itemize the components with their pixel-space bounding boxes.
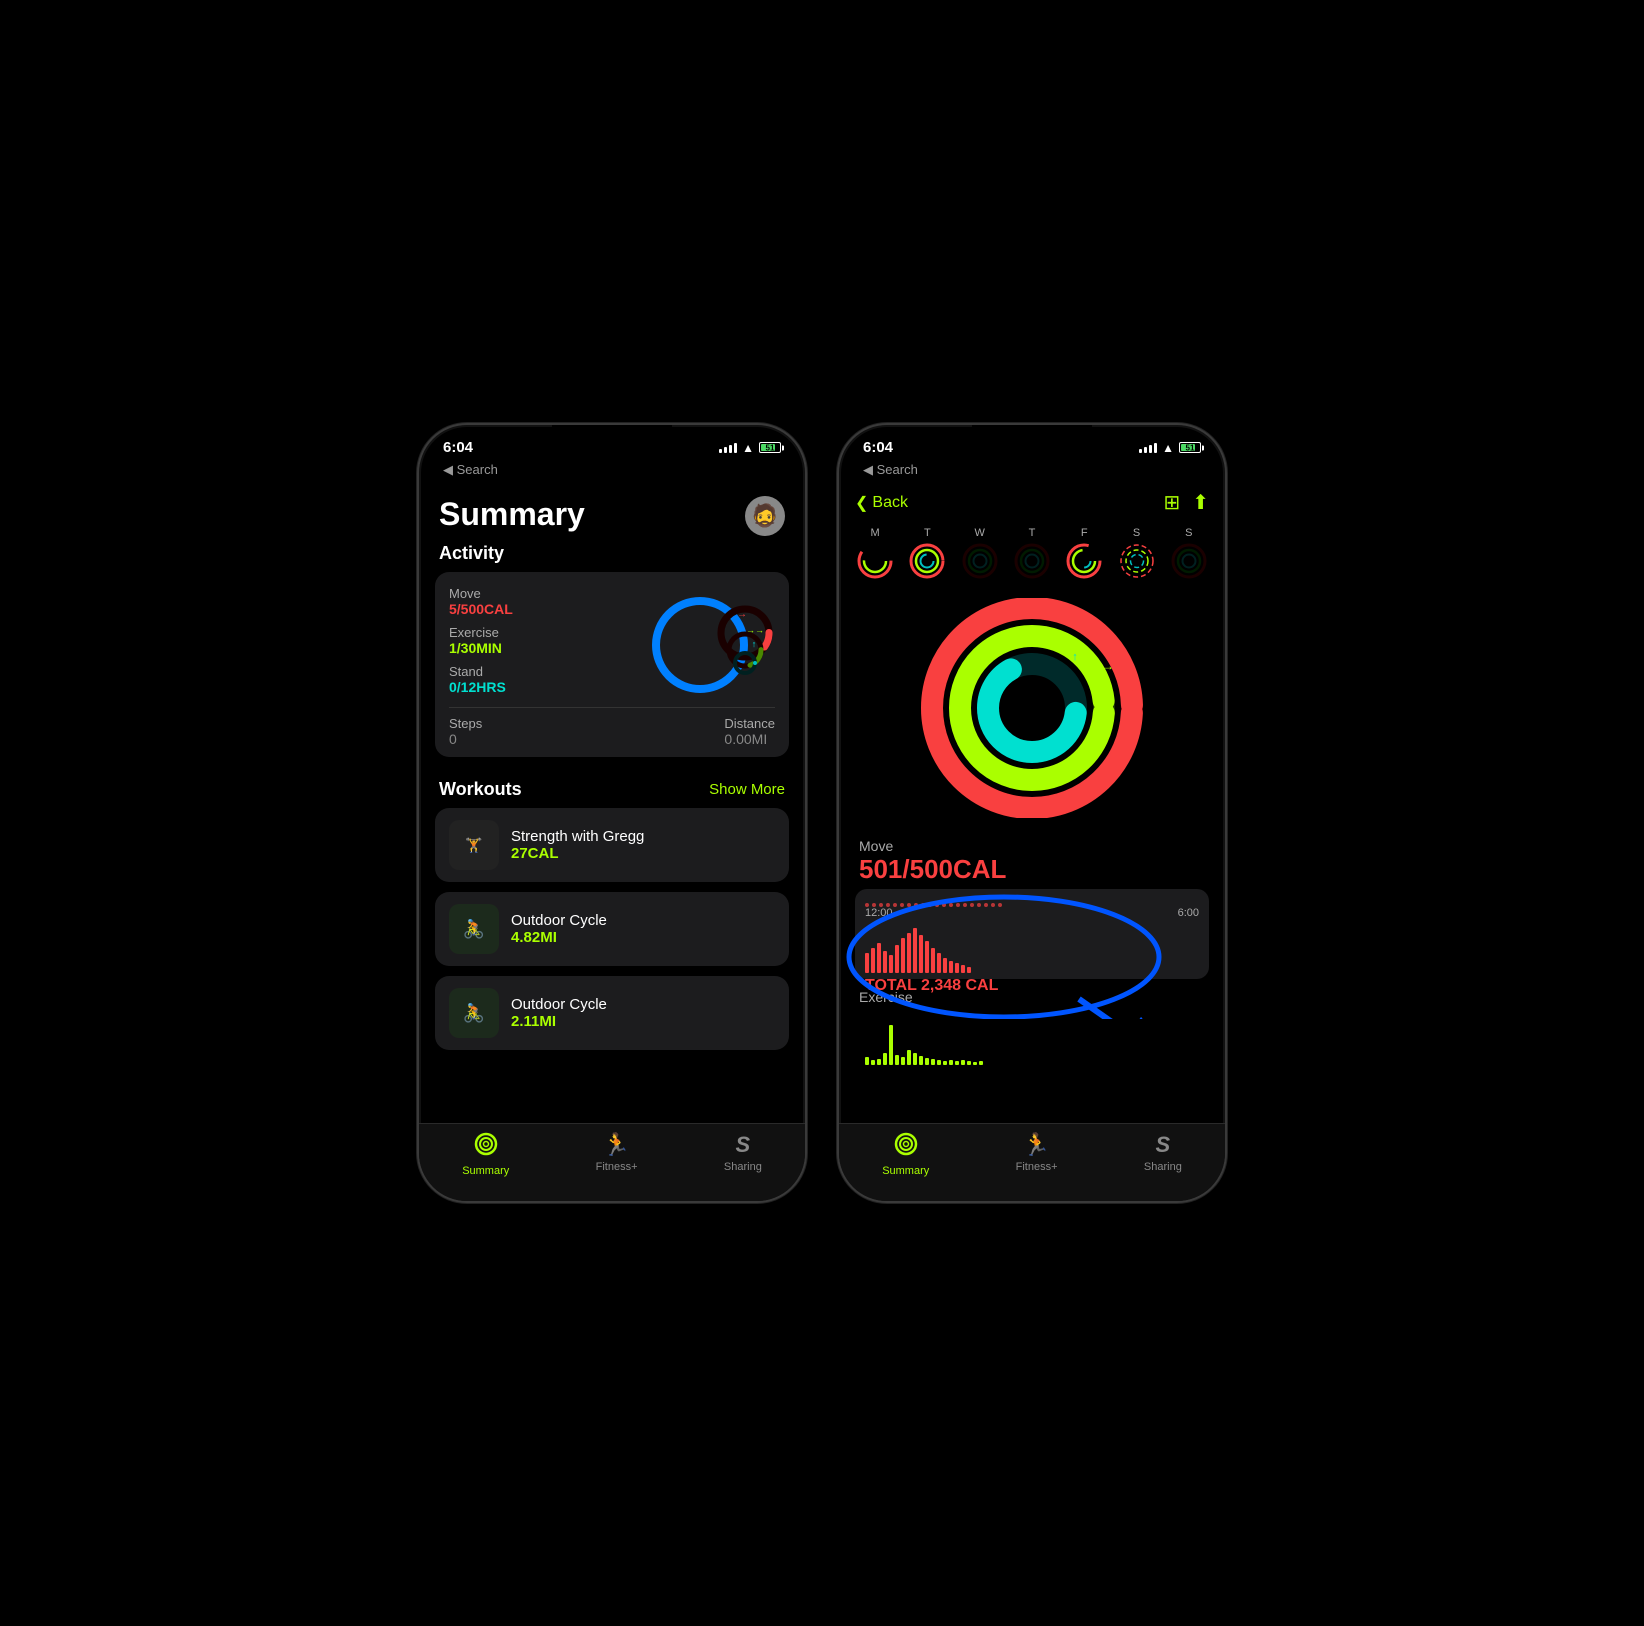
workouts-header: Workouts Show More [419,773,805,808]
battery-icon-2: 51 [1179,442,1201,453]
share-icon[interactable]: ⬆ [1192,490,1209,515]
summary-tab-icon [474,1132,498,1162]
workout-thumb-0: 🏋️ [449,820,499,870]
workout-info-2: Outdoor Cycle 2.11MI [511,996,607,1030]
status-bar-2: 6:04 ▲ 51 [839,425,1225,460]
svg-text:→→: →→ [746,625,764,635]
tab-fitness-label-1: Fitness+ [596,1161,638,1173]
tab-sharing-label-1: Sharing [724,1161,762,1173]
workout-item-0[interactable]: 🏋️ Strength with Gregg 27CAL [435,808,789,882]
wifi-icon: ▲ [742,441,754,455]
tab-fitness-label-2: Fitness+ [1016,1161,1058,1173]
move-value-2: 501/500CAL [859,854,1205,885]
workout-item-1[interactable]: 🚴 Outdoor Cycle 4.82MI [435,892,789,966]
tab-summary-2[interactable]: Summary [882,1132,929,1177]
week-nav: M T [839,523,1225,588]
wifi-icon-2: ▲ [1162,441,1174,455]
nav-back-1[interactable]: ◀ Search [419,460,805,486]
svg-text:🚴: 🚴 [463,918,485,939]
stats-row: Steps 0 Distance 0.00MI [449,707,775,747]
move-chart: 12:00 6:00 [855,889,1209,979]
day-tuesday[interactable]: T [908,527,946,580]
status-icons-1: ▲ 51 [719,441,781,455]
sharing-tab-icon: S [736,1132,751,1158]
svg-text:→: → [1123,681,1137,697]
day-saturday[interactable]: S [1118,527,1156,580]
summary-tab-icon-2 [894,1132,918,1162]
signal-icon [719,443,737,453]
avatar-1[interactable]: 🧔 [745,496,785,536]
total-cal-value: TOTAL 2,348 CAL [865,977,1199,995]
workout-thumb-2: 🚴 [449,988,499,1038]
status-icons-2: ▲ 51 [1139,441,1201,455]
phone-1: 6:04 ▲ 51 ◀ Search Sum [417,423,807,1203]
svg-text:🚴: 🚴 [463,1002,485,1023]
status-bar-1: 6:04 ▲ 51 [419,425,805,460]
phone1-content: Summary 🧔 Activity Move 5/500CAL [419,486,805,1152]
activity-card: Move 5/500CAL Exercise 1/30MIN Stand 0/1… [435,572,789,757]
phone-2: 6:04 ▲ 51 ◀ Search ❮ Back [837,423,1227,1203]
activity-rings-small: → →→ ↑ [645,595,775,695]
show-more-btn[interactable]: Show More [709,781,785,798]
nav-icons-2: ⊞ ⬆ [1163,490,1209,515]
distance-stat: Distance 0.00MI [724,716,775,747]
time-2: 6:04 [863,439,893,456]
fitness-tab-icon: 🏃 [603,1132,630,1158]
steps-stat: Steps 0 [449,716,482,747]
signal-icon-2 [1139,443,1157,453]
exercise-chart-bars [859,1005,1205,1065]
tab-sharing-2[interactable]: S Sharing [1144,1132,1182,1177]
day-wednesday[interactable]: W [961,527,999,580]
tab-sharing-label-2: Sharing [1144,1161,1182,1173]
tab-summary-1[interactable]: Summary [462,1132,509,1177]
tab-fitness-2[interactable]: 🏃 Fitness+ [1016,1132,1058,1177]
chart-area: 12:00 6:00 [839,889,1225,979]
tab-fitness-1[interactable]: 🏃 Fitness+ [596,1132,638,1177]
workout-info-0: Strength with Gregg 27CAL [511,828,644,862]
stand-row: Stand 0/12HRS [449,664,645,695]
battery-icon: 51 [759,442,781,453]
tab-summary-label-2: Summary [882,1165,929,1177]
tab-bar-1: Summary 🏃 Fitness+ S Sharing [419,1123,805,1201]
chevron-left-icon: ❮ [855,493,868,513]
fitness-tab-icon-2: 🏃 [1023,1132,1050,1158]
workout-info-1: Outdoor Cycle 4.82MI [511,912,607,946]
tab-summary-label-1: Summary [462,1165,509,1177]
day-friday[interactable]: F [1065,527,1103,580]
sharing-tab-icon-2: S [1156,1132,1171,1158]
chart-times: 12:00 6:00 [865,907,1199,919]
svg-text:→: → [737,609,747,620]
workout-thumb-1: 🚴 [449,904,499,954]
time-1: 6:04 [443,439,473,456]
big-rings: → →→ ↑ [839,588,1225,828]
move-section-2: Move 501/500CAL [839,828,1225,889]
move-row: Move 5/500CAL [449,586,645,617]
svg-text:↑: ↑ [752,639,757,649]
activity-left: Move 5/500CAL Exercise 1/30MIN Stand 0/1… [449,586,645,703]
chart-bars [865,923,1199,973]
exercise-row: Exercise 1/30MIN [449,625,645,656]
activity-section-title: Activity [419,537,805,572]
tab-sharing-1[interactable]: S Sharing [724,1132,762,1177]
workout-item-2[interactable]: 🚴 Outdoor Cycle 2.11MI [435,976,789,1050]
tab-bar-2: Summary 🏃 Fitness+ S Sharing [839,1123,1225,1201]
day-thursday[interactable]: T [1013,527,1051,580]
day-sunday[interactable]: S [1170,527,1208,580]
phones-container: 6:04 ▲ 51 ◀ Search Sum [417,423,1227,1203]
svg-text:↑: ↑ [1072,651,1078,663]
day-monday[interactable]: M [856,527,894,580]
calendar-icon[interactable]: ⊞ [1163,490,1180,515]
svg-text:→→: →→ [1090,659,1114,673]
back-button-2[interactable]: ❮ Back [855,493,908,513]
p2-nav: ❮ Back ⊞ ⬆ [839,486,1225,523]
nav-back-2[interactable]: ◀ Search [839,460,1225,486]
